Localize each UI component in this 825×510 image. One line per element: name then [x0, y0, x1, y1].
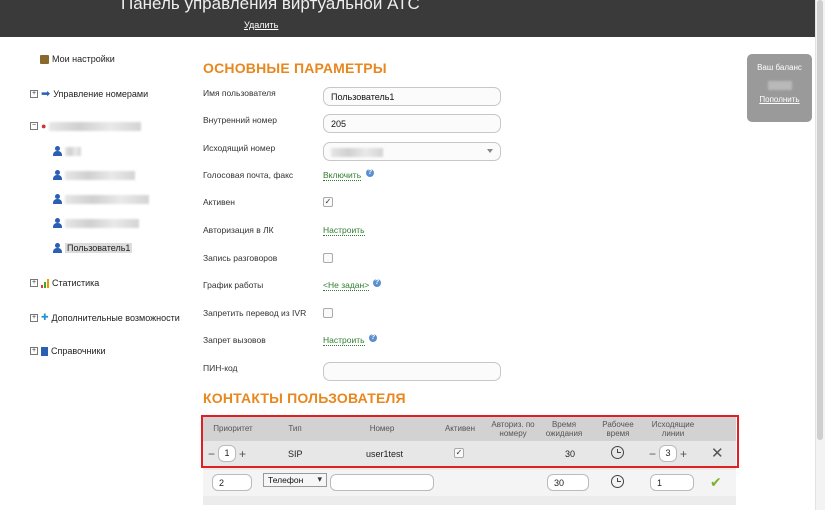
sidebar-item-label: Мои настройки [52, 54, 115, 64]
sidebar-item-my-settings[interactable]: Мои настройки [40, 54, 115, 64]
username-input[interactable]: Пользователь1 [323, 87, 501, 106]
redacted-group-name [49, 121, 142, 131]
auth-configure-link[interactable]: Настроить [323, 225, 365, 236]
auth-label: Авторизация в ЛК [203, 225, 274, 235]
balance-widget: Ваш баланс Пополнить [747, 54, 812, 122]
redacted-user-name [65, 194, 149, 204]
schedule-link[interactable]: <Не задан> [323, 280, 370, 291]
ban-configure-link[interactable]: Настроить [323, 335, 365, 346]
new-type-select[interactable]: Телефон [263, 473, 327, 487]
balance-label: Ваш баланс [757, 63, 802, 72]
ban-label: Запрет вызовов [203, 335, 266, 345]
sidebar-user-1[interactable] [53, 146, 81, 156]
user-icon [53, 218, 62, 228]
user-icon [53, 170, 62, 180]
schedule-label: График работы [203, 280, 264, 290]
outgoing-number-select[interactable] [323, 142, 501, 161]
voicemail-label: Голосовая почта, факс [203, 170, 294, 180]
sidebar-user-3[interactable] [53, 194, 149, 204]
chevron-down-icon [487, 149, 493, 153]
help-icon[interactable]: ? [373, 279, 381, 287]
outgoing-label: Исходящий номер [203, 143, 276, 153]
extension-label: Внутренний номер [203, 115, 277, 125]
clock-icon[interactable] [611, 475, 624, 488]
new-priority-input[interactable]: 2 [212, 474, 252, 491]
new-wait-input[interactable]: 30 [547, 474, 589, 491]
chart-icon [41, 278, 49, 288]
redacted-balance-amount [767, 81, 792, 90]
sidebar-item-group[interactable]: − ● [30, 121, 142, 131]
username-label: Имя пользователя [203, 88, 276, 98]
top-header: Панель управления виртуальной АТС Удалит… [0, 0, 815, 37]
sidebar-item-extras[interactable]: + ✚ Дополнительные возможности [30, 312, 180, 323]
sidebar-item-numbers[interactable]: + ➡ Управление номерами [30, 87, 148, 100]
page-title: Панель управления виртуальной АТС [121, 0, 420, 13]
pin-label: ПИН-код [203, 363, 238, 373]
redacted-user-name [65, 146, 81, 156]
user-icon [53, 243, 62, 253]
user-icon [53, 146, 62, 156]
pin-input[interactable] [323, 362, 501, 381]
redacted-outgoing-number [331, 148, 383, 157]
record-label: Запись разговоров [203, 253, 278, 263]
settings-icon [40, 54, 49, 64]
voicemail-enable-link[interactable]: Включить [323, 170, 362, 181]
record-checkbox[interactable] [323, 253, 333, 263]
help-icon[interactable]: ? [366, 169, 374, 177]
sidebar-user-2[interactable] [53, 170, 135, 180]
group-icon: ● [41, 121, 47, 131]
sidebar-item-label: Справочники [51, 346, 106, 356]
help-icon[interactable]: ? [369, 334, 377, 342]
active-label: Активен [203, 197, 235, 207]
confirm-check-icon[interactable]: ✔ [710, 474, 722, 491]
highlight-frame [201, 415, 739, 468]
sidebar-item-label: Пользователь1 [65, 243, 133, 253]
collapse-icon[interactable]: − [30, 122, 38, 130]
extension-input[interactable]: 205 [323, 114, 501, 133]
expand-icon[interactable]: + [30, 89, 38, 98]
sidebar-item-statistics[interactable]: + Статистика [30, 278, 99, 288]
expand-icon[interactable]: + [30, 279, 38, 287]
active-checkbox[interactable]: ✓ [323, 197, 333, 207]
arrow-right-icon: ➡ [41, 88, 51, 100]
new-number-input[interactable] [330, 474, 434, 491]
new-lines-input[interactable]: 1 [650, 474, 694, 491]
sidebar-user-4[interactable] [53, 218, 139, 228]
book-icon [41, 346, 48, 356]
user-icon [53, 194, 62, 204]
scrollbar-thumb[interactable] [817, 0, 823, 440]
sidebar-item-directories[interactable]: + Справочники [30, 346, 106, 356]
plugin-icon: ✚ [41, 312, 49, 322]
redacted-user-name [65, 218, 139, 228]
sidebar-user-selected[interactable]: Пользователь1 [53, 243, 133, 253]
redacted-user-name [65, 170, 135, 180]
expand-icon[interactable]: + [30, 347, 38, 355]
topup-link[interactable]: Пополнить [747, 95, 812, 104]
sidebar-item-label: Управление номерами [53, 88, 149, 99]
ivr-label: Запретить перевод из IVR [203, 308, 307, 318]
delete-link[interactable]: Удалить [244, 20, 278, 30]
section-title-basic: ОСНОВНЫЕ ПАРАМЕТРЫ [203, 60, 387, 76]
expand-icon[interactable]: + [30, 313, 38, 322]
sidebar-item-label: Дополнительные возможности [51, 312, 180, 323]
section-title-contacts: КОНТАКТЫ ПОЛЬЗОВАТЕЛЯ [203, 390, 406, 406]
sidebar-item-label: Статистика [52, 278, 100, 288]
ivr-checkbox[interactable] [323, 308, 333, 318]
